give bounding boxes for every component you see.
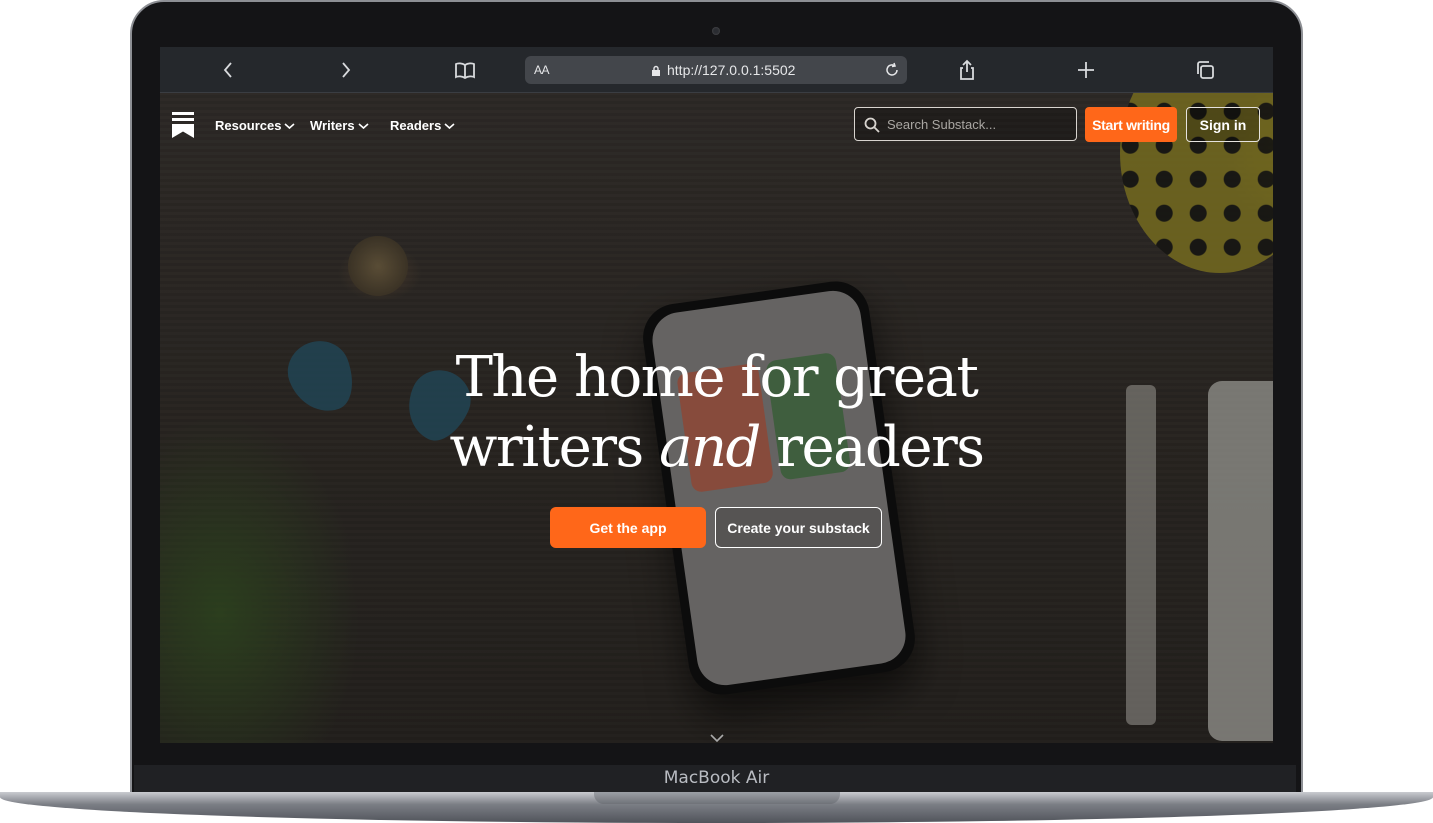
nav-readers[interactable]: Readers <box>390 118 455 133</box>
reload-icon[interactable] <box>883 61 901 79</box>
chevron-right-icon <box>342 62 351 78</box>
get-the-app-button[interactable]: Get the app <box>550 507 706 548</box>
lock-icon <box>652 65 660 76</box>
url-text: http://127.0.0.1:5502 <box>667 62 796 78</box>
nav-resources[interactable]: Resources <box>215 118 296 133</box>
search-icon <box>864 117 880 133</box>
browser-toolbar: AA http://127.0.0.1:5502 <box>160 47 1273 93</box>
chevron-down-icon <box>284 122 296 129</box>
tabs-icon <box>1197 61 1214 79</box>
sign-in-button[interactable]: Sign in <box>1186 107 1260 142</box>
create-substack-button[interactable]: Create your substack <box>715 507 882 548</box>
forward-button[interactable] <box>331 56 361 84</box>
laptop-frame: AA http://127.0.0.1:5502 Resources Write… <box>0 0 1433 823</box>
hero-line-1: The home for great <box>455 345 979 410</box>
hero-word-readers: readers <box>776 415 985 480</box>
webcam <box>712 27 720 35</box>
web-page: Resources Writers Readers Search Substac… <box>160 93 1273 743</box>
substack-logo-icon[interactable] <box>172 112 194 138</box>
scroll-down-chevron-icon[interactable] <box>709 733 725 743</box>
plus-icon <box>1078 62 1094 78</box>
nav-writers[interactable]: Writers <box>310 118 369 133</box>
nav-item-label: Writers <box>310 118 355 133</box>
screen: AA http://127.0.0.1:5502 Resources Write… <box>160 47 1273 743</box>
hero-heading: The home for great writers and readers <box>160 343 1273 483</box>
hero-line-2: writers and readers <box>160 413 1273 483</box>
nav-item-label: Readers <box>390 118 442 133</box>
nav-item-label: Resources <box>215 118 282 133</box>
laptop-hinge-notch <box>594 792 840 804</box>
hero-word-writers: writers <box>449 415 645 480</box>
share-icon <box>960 59 974 80</box>
new-tab-button[interactable] <box>1071 56 1101 84</box>
site-nav: Resources Writers Readers Search Substac… <box>160 93 1273 155</box>
tabs-button[interactable] <box>1190 56 1220 84</box>
back-button[interactable] <box>213 56 243 84</box>
start-writing-button[interactable]: Start writing <box>1085 107 1177 142</box>
book-icon <box>455 62 475 79</box>
hero-word-and: and <box>659 415 761 480</box>
model-label: MacBook Air <box>663 768 770 788</box>
address-bar[interactable]: AA http://127.0.0.1:5502 <box>525 56 907 84</box>
bookmarks-button[interactable] <box>450 56 480 84</box>
chevron-left-icon <box>223 62 232 78</box>
chevron-down-icon <box>444 122 455 129</box>
text-size-button[interactable]: AA <box>534 63 550 77</box>
share-button[interactable] <box>952 56 982 84</box>
search-placeholder: Search Substack... <box>887 117 997 132</box>
search-input[interactable]: Search Substack... <box>854 107 1077 141</box>
chevron-down-icon <box>358 122 369 129</box>
